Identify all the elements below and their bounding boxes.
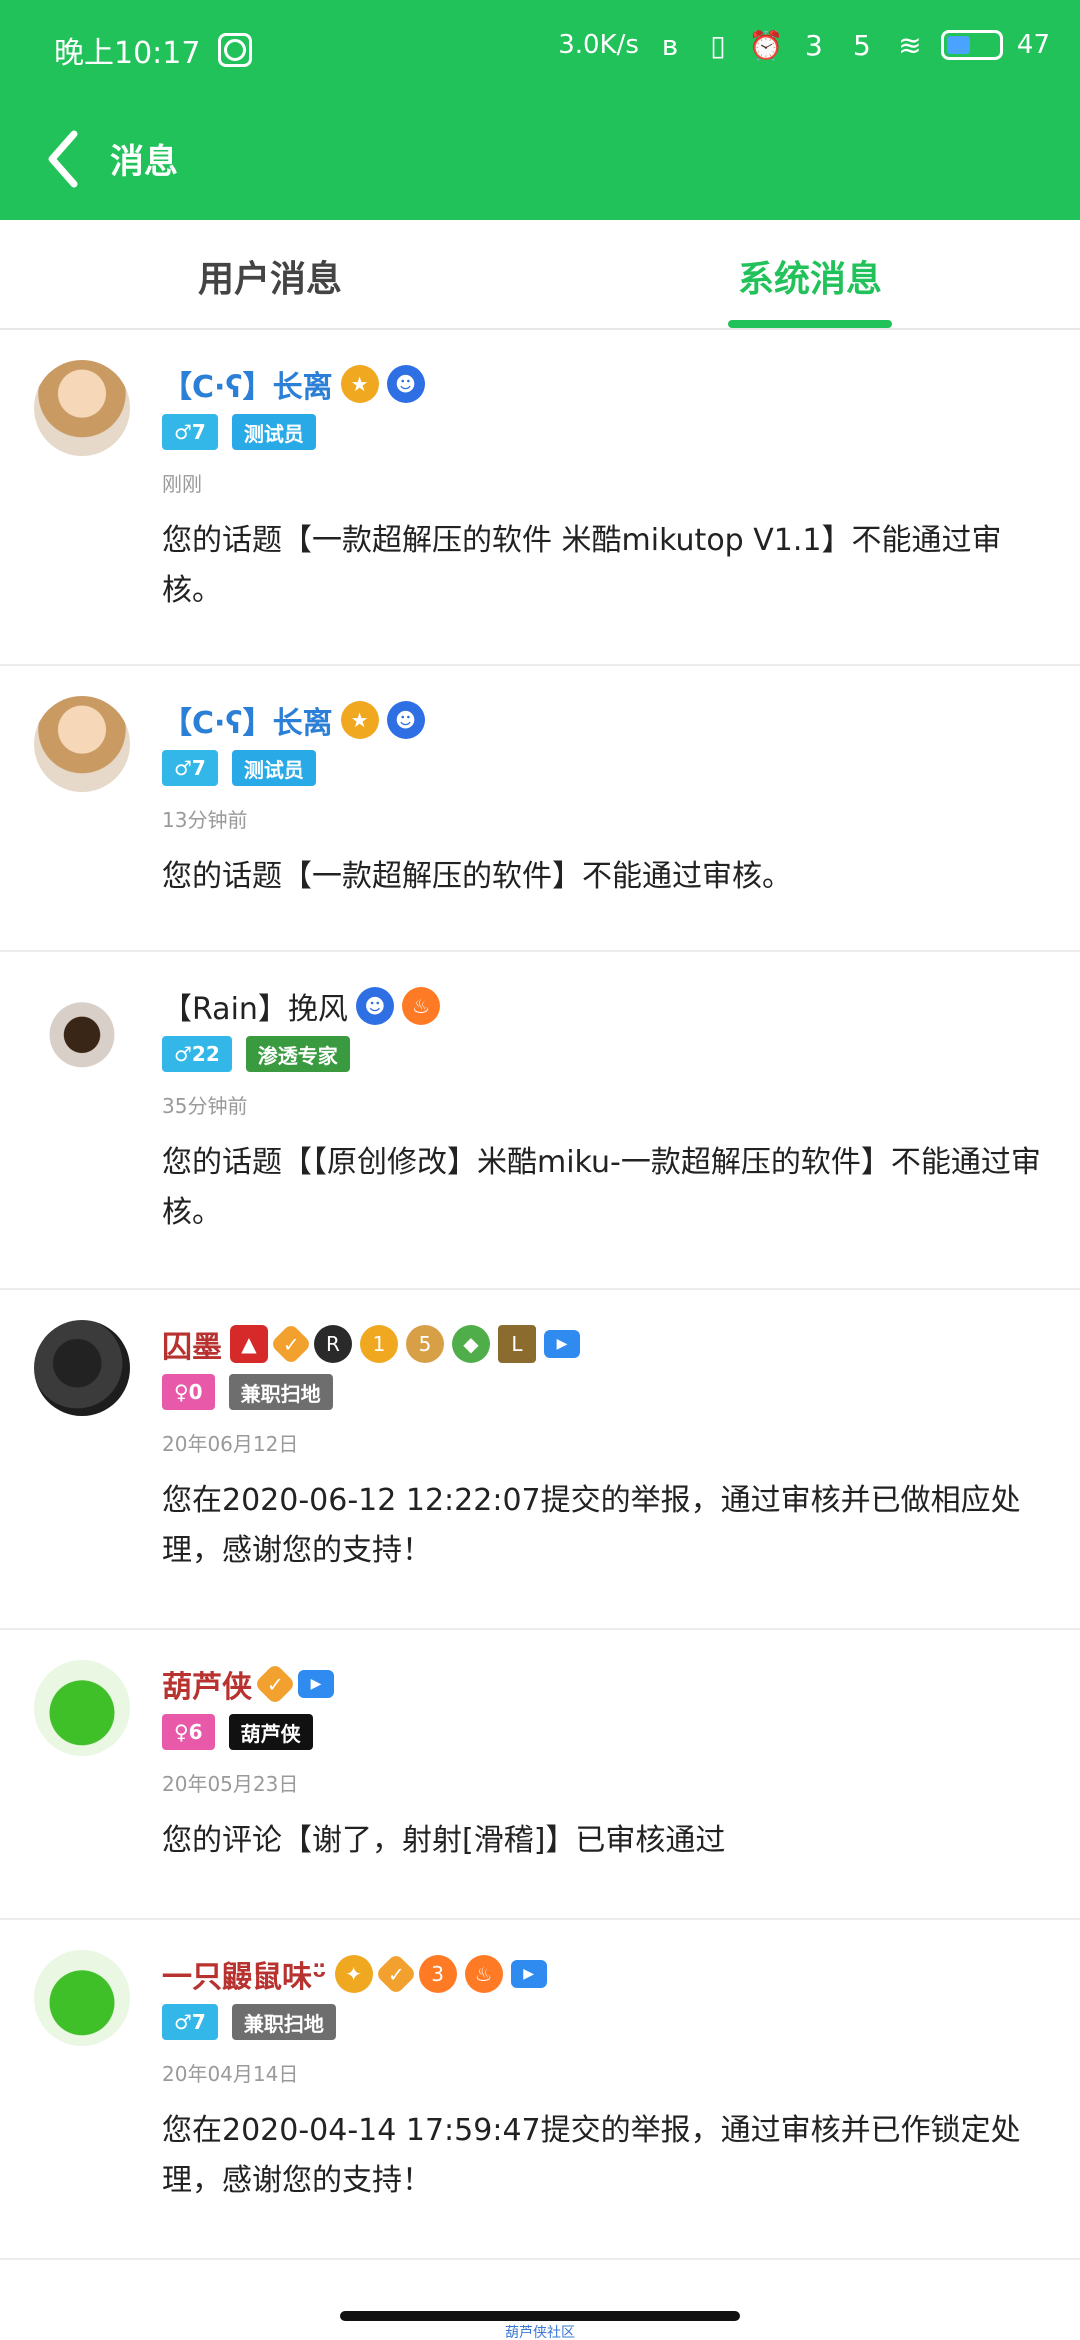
avatar[interactable]: [34, 982, 130, 1078]
avatar[interactable]: [34, 1320, 130, 1416]
message-text: 您在2020-04-14 17:59:47提交的举报，通过审核并已作锁定处理，感…: [162, 2113, 1021, 2198]
role-tag: 测试员: [231, 750, 316, 786]
emblem-icon: ☻: [386, 701, 425, 739]
message-text: 您的话题【一款超解压的软件】不能通过审核。: [162, 859, 792, 894]
timestamp: 20年04月14日: [162, 2062, 299, 2086]
battery-percent: 47: [1016, 30, 1050, 60]
list-item[interactable]: 【C·ʕ】长离 ★ ☻ ♂7 测试员 刚刚 您的话题【一款超解压的软件 米酷mi…: [0, 330, 1080, 666]
vibrate-icon: ▯: [710, 28, 726, 62]
timestamp: 刚刚: [162, 472, 202, 496]
net-speed: 3.0K/s: [558, 30, 639, 60]
avatar[interactable]: [34, 1950, 130, 2046]
username[interactable]: 【Rain】挽风: [162, 984, 348, 1028]
avatar[interactable]: [34, 696, 130, 792]
username[interactable]: 【C·ʕ】长离: [162, 698, 333, 742]
wifi-icon: ≋: [898, 28, 922, 62]
back-button[interactable]: [34, 124, 94, 194]
status-right: 3.0K/s ʙ ▯ ⏰ 3 5 ≋ 47: [558, 28, 1050, 62]
back-arrow-icon: [48, 130, 78, 188]
role-tag: 兼职扫地: [231, 2004, 336, 2040]
level-3-medal-icon: 3: [418, 1955, 457, 1993]
green-medal-icon: ◆: [452, 1325, 490, 1363]
message-text: 您的话题【一款超解压的软件 米酷mikutop V1.1】不能通过审核。: [162, 523, 1002, 608]
gender-level-tag: ♂7: [162, 750, 218, 786]
footer-caption: 葫芦侠社区: [505, 2325, 575, 2340]
league-icon: L: [498, 1325, 536, 1363]
message-text: 您的评论【谢了，射射[滑稽]】已审核通过: [162, 1823, 726, 1858]
video-icon: ▶: [510, 1960, 547, 1988]
list-item[interactable]: 【C·ʕ】长离 ★ ☻ ♂7 测试员 13分钟前 您的话题【一款超解压的软件】不…: [0, 666, 1080, 952]
list-item[interactable]: 葫芦侠 ✓ ▶ ♀6 葫芦侠 20年05月23日 您的评论【谢了，射射[滑稽]】…: [0, 1630, 1080, 1920]
emblem-icon: ☻: [355, 987, 394, 1025]
emblem-icon: ☻: [386, 365, 425, 403]
gender-level-tag: ♂7: [162, 414, 218, 450]
home-indicator[interactable]: [340, 2311, 740, 2321]
username[interactable]: 葫芦侠: [162, 1662, 252, 1706]
avatar[interactable]: [34, 360, 130, 456]
list-item[interactable]: 囚墨 ▲ ✓ R 1 5 ◆ L ▶ ♀0 兼职扫地 20年06月12日 您在2…: [0, 1290, 1080, 1630]
level-5-medal-icon: 5: [406, 1325, 444, 1363]
gender-level-tag: ♀6: [162, 1714, 215, 1750]
bluetooth-icon: ʙ: [661, 28, 679, 62]
active-tab-indicator: [728, 320, 892, 328]
timestamp: 20年05月23日: [162, 1772, 299, 1796]
status-left: 晚上10:17: [54, 28, 253, 72]
timestamp: 20年06月12日: [162, 1432, 299, 1456]
timestamp: 13分钟前: [162, 808, 248, 832]
gender-level-tag: ♂22: [162, 1036, 232, 1072]
message-text: 您在2020-06-12 12:22:07提交的举报，通过审核并已做相应处理，感…: [162, 1483, 1021, 1568]
gender-level-tag: ♀0: [162, 1374, 215, 1410]
list-item[interactable]: 一只鼹鼠味ᵕ̈ ✦ ✓ 3 ♨ ▶ ♂7 兼职扫地 20年04月14日 您在20…: [0, 1920, 1080, 2260]
username[interactable]: 囚墨: [162, 1322, 222, 1366]
alarm-3-icon: 3: [804, 28, 823, 62]
list-item[interactable]: 【Rain】挽风 ☻ ♨ ♂22 渗透专家 35分钟前 您的话题【【原创修改】米…: [0, 952, 1080, 1290]
flame-medal-icon: ♨: [464, 1955, 503, 1993]
medal-icon: ★: [340, 365, 379, 403]
page-title: 消息: [110, 142, 178, 182]
role-tag: 兼职扫地: [228, 1374, 333, 1410]
username[interactable]: 【C·ʕ】长离: [162, 362, 333, 406]
tab-system-messages[interactable]: 系统消息: [660, 250, 960, 302]
medal-icon: ★: [340, 701, 379, 739]
role-tag: 葫芦侠: [228, 1714, 313, 1750]
rank-1-medal-icon: 1: [360, 1325, 398, 1363]
avatar[interactable]: [34, 1660, 130, 1756]
message-tabs: 用户消息 系统消息: [0, 220, 1080, 330]
battery-icon: [940, 30, 1003, 60]
username[interactable]: 一只鼹鼠味ᵕ̈: [162, 1952, 327, 1996]
verified-icon: ✓: [374, 1952, 417, 1996]
tab-user-messages[interactable]: 用户消息: [120, 250, 420, 302]
video-icon: ▶: [298, 1670, 334, 1698]
alarm-icon: ⏰: [748, 28, 784, 62]
message-list: 【C·ʕ】长离 ★ ☻ ♂7 测试员 刚刚 您的话题【一款超解压的软件 米酷mi…: [0, 330, 1080, 2260]
app-notification-icon: [218, 33, 253, 67]
verified-icon: ✓: [269, 1322, 313, 1366]
timestamp: 35分钟前: [162, 1094, 248, 1118]
app-bar: 消息: [0, 100, 1080, 220]
hat-icon: ▲: [230, 1325, 268, 1363]
role-tag: 测试员: [231, 414, 316, 450]
role-tag: 渗透专家: [245, 1036, 350, 1072]
gender-level-tag: ♂7: [162, 2004, 218, 2040]
clock: 晚上10:17: [54, 36, 201, 71]
alarm-5-icon: 5: [852, 28, 871, 62]
status-bar: 晚上10:17 3.0K/s ʙ ▯ ⏰ 3 5 ≋ 47: [0, 0, 1080, 100]
verified-icon: ✓: [253, 1662, 297, 1706]
team-logo-icon: R: [314, 1325, 352, 1363]
video-icon: ▶: [544, 1330, 580, 1358]
gold-medal-icon: ✦: [334, 1955, 373, 1993]
message-text: 您的话题【【原创修改】米酷miku-一款超解压的软件】不能通过审核。: [162, 1145, 1041, 1230]
flame-medal-icon: ♨: [401, 987, 440, 1025]
